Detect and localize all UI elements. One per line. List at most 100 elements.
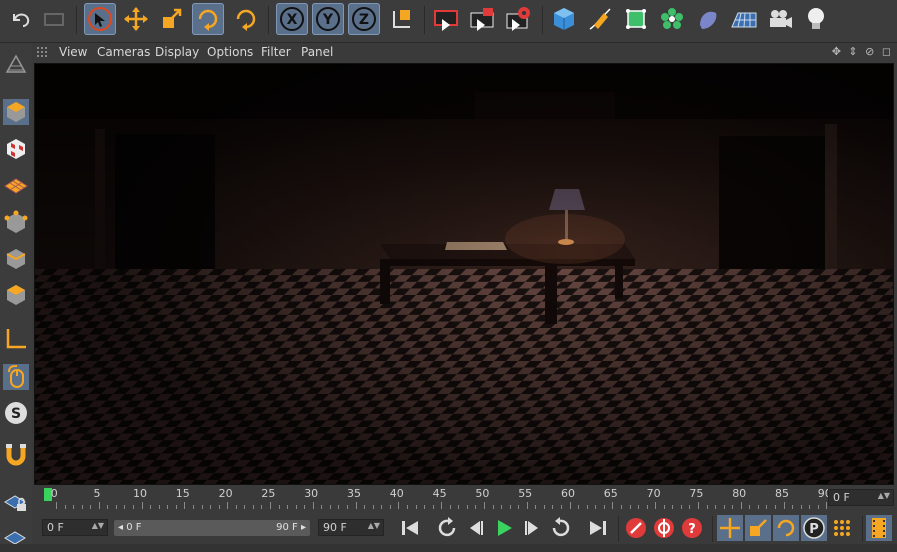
- points-mode-icon: [4, 210, 28, 233]
- model-mode-icon: [3, 99, 29, 125]
- subdivision-button[interactable]: [620, 3, 652, 35]
- axis-button[interactable]: [2, 325, 30, 353]
- timeline-tick: [406, 505, 408, 509]
- timeline-tick: [535, 505, 537, 509]
- recent-tool-button[interactable]: [230, 3, 262, 35]
- timeline-tick: [81, 505, 83, 509]
- magnet-button[interactable]: [2, 441, 30, 469]
- coordinate-system-button[interactable]: [386, 3, 418, 35]
- menu-panel[interactable]: Panel: [301, 45, 333, 59]
- lock-x-button[interactable]: X: [276, 3, 308, 35]
- timeline-tick: [466, 505, 468, 509]
- floor-button[interactable]: [728, 3, 760, 35]
- tweak-button[interactable]: [2, 363, 30, 391]
- autokey-button[interactable]: [651, 515, 677, 541]
- timeline-ruler[interactable]: 0 5 10 15 20 25 30 35 40 45 50 55 60 65 70 75 80 85 90: [34, 485, 832, 513]
- previous-key-button[interactable]: [435, 515, 461, 541]
- spinner-arrows-icon[interactable]: ▲▼: [92, 521, 104, 530]
- redo-button[interactable]: [38, 3, 70, 35]
- polygons-mode-button[interactable]: [2, 281, 30, 309]
- move-button[interactable]: [120, 3, 152, 35]
- scale-icon: [163, 8, 182, 28]
- timeline-tick-label: 20: [218, 487, 233, 500]
- autokey-icon: [654, 518, 674, 538]
- film-strip-icon: [872, 518, 886, 538]
- undo-button[interactable]: [4, 3, 36, 35]
- render-view-button[interactable]: [430, 3, 462, 35]
- render-settings-button[interactable]: [502, 3, 534, 35]
- cube-icon: [554, 8, 574, 30]
- timeline-window-button[interactable]: [866, 515, 892, 541]
- timeline-tick-label: 25: [261, 487, 276, 500]
- current-frame-field[interactable]: 0 F ▲▼: [828, 489, 894, 506]
- array-button[interactable]: [656, 3, 688, 35]
- timeline-tick: [432, 505, 434, 509]
- timeline-tick: [141, 502, 143, 509]
- lock-y-button[interactable]: Y: [312, 3, 344, 35]
- range-end-label: 90 F ▸: [276, 522, 306, 533]
- deformer-button[interactable]: [692, 3, 724, 35]
- lock-workplane-button[interactable]: [2, 487, 30, 515]
- cube-button[interactable]: [548, 3, 580, 35]
- array-icon: [661, 8, 683, 29]
- timeline-tick: [201, 505, 203, 509]
- timeline-tick-label: 55: [518, 487, 533, 500]
- preview-range-slider[interactable]: ◂ 0 F 90 F ▸: [114, 520, 310, 536]
- viewport-3d[interactable]: [34, 63, 894, 485]
- timeline-tick: [347, 505, 349, 509]
- panel-grip-icon[interactable]: [37, 47, 47, 57]
- menu-display[interactable]: Display: [155, 45, 199, 59]
- make-editable-button[interactable]: [2, 51, 30, 79]
- key-position-icon: [720, 518, 740, 538]
- camera-icon: [770, 10, 792, 28]
- model-mode-button[interactable]: [2, 98, 30, 126]
- menu-filter[interactable]: Filter: [261, 45, 291, 59]
- menu-options[interactable]: Options: [207, 45, 253, 59]
- points-mode-button[interactable]: [2, 209, 30, 237]
- menu-cameras[interactable]: Cameras: [97, 45, 150, 59]
- keyframe-selection-button[interactable]: ?: [679, 515, 705, 541]
- go-to-start-button[interactable]: [397, 515, 423, 541]
- scale-button[interactable]: [156, 3, 188, 35]
- camera-button[interactable]: [764, 3, 796, 35]
- edges-mode-icon: [6, 249, 26, 269]
- previous-frame-button[interactable]: [463, 515, 489, 541]
- key-rotation-button[interactable]: [773, 515, 799, 541]
- next-frame-button[interactable]: [519, 515, 545, 541]
- texture-mode-button[interactable]: [2, 135, 30, 163]
- timeline-tick: [792, 505, 794, 509]
- key-scale-button[interactable]: [745, 515, 771, 541]
- timeline-tick: [56, 502, 57, 509]
- key-parameter-button[interactable]: P: [801, 515, 827, 541]
- timeline-tick: [501, 505, 503, 509]
- go-to-end-button[interactable]: [585, 515, 611, 541]
- edges-mode-button[interactable]: [2, 245, 30, 273]
- lock-z-button[interactable]: Z: [348, 3, 380, 35]
- record-active-objects-button[interactable]: [623, 515, 649, 541]
- pen-spline-button[interactable]: [584, 3, 616, 35]
- viewport-nav-icons[interactable]: ✥ ⇕ ⊘ ◻: [832, 45, 893, 58]
- timeline-tick: [612, 502, 614, 509]
- timeline-tick: [595, 505, 597, 509]
- lock-x-icon: X: [280, 7, 304, 31]
- spinner-arrows-icon[interactable]: ▲▼: [368, 521, 380, 530]
- timeline-tick-label: 45: [432, 487, 447, 500]
- light-button[interactable]: [800, 3, 832, 35]
- rotate-button[interactable]: [192, 3, 224, 35]
- timeline-tick: [603, 505, 605, 509]
- start-frame-field[interactable]: 0 F ▲▼: [42, 519, 108, 536]
- key-position-button[interactable]: [717, 515, 743, 541]
- play-button[interactable]: [491, 515, 517, 541]
- menu-view[interactable]: View: [59, 45, 87, 59]
- workplane-button[interactable]: [2, 171, 30, 199]
- spinner-arrows-icon[interactable]: ▲▼: [878, 491, 890, 500]
- next-key-button[interactable]: [547, 515, 573, 541]
- end-frame-field[interactable]: 90 F ▲▼: [318, 519, 384, 536]
- live-selection-button[interactable]: [84, 3, 116, 35]
- key-point-level-button[interactable]: [829, 515, 855, 541]
- snap-button[interactable]: S: [2, 399, 30, 427]
- timeline-tick: [663, 505, 665, 509]
- timeline-tick-label: 60: [561, 487, 575, 500]
- timeline-tick: [757, 505, 759, 509]
- render-picture-viewer-button[interactable]: [466, 3, 498, 35]
